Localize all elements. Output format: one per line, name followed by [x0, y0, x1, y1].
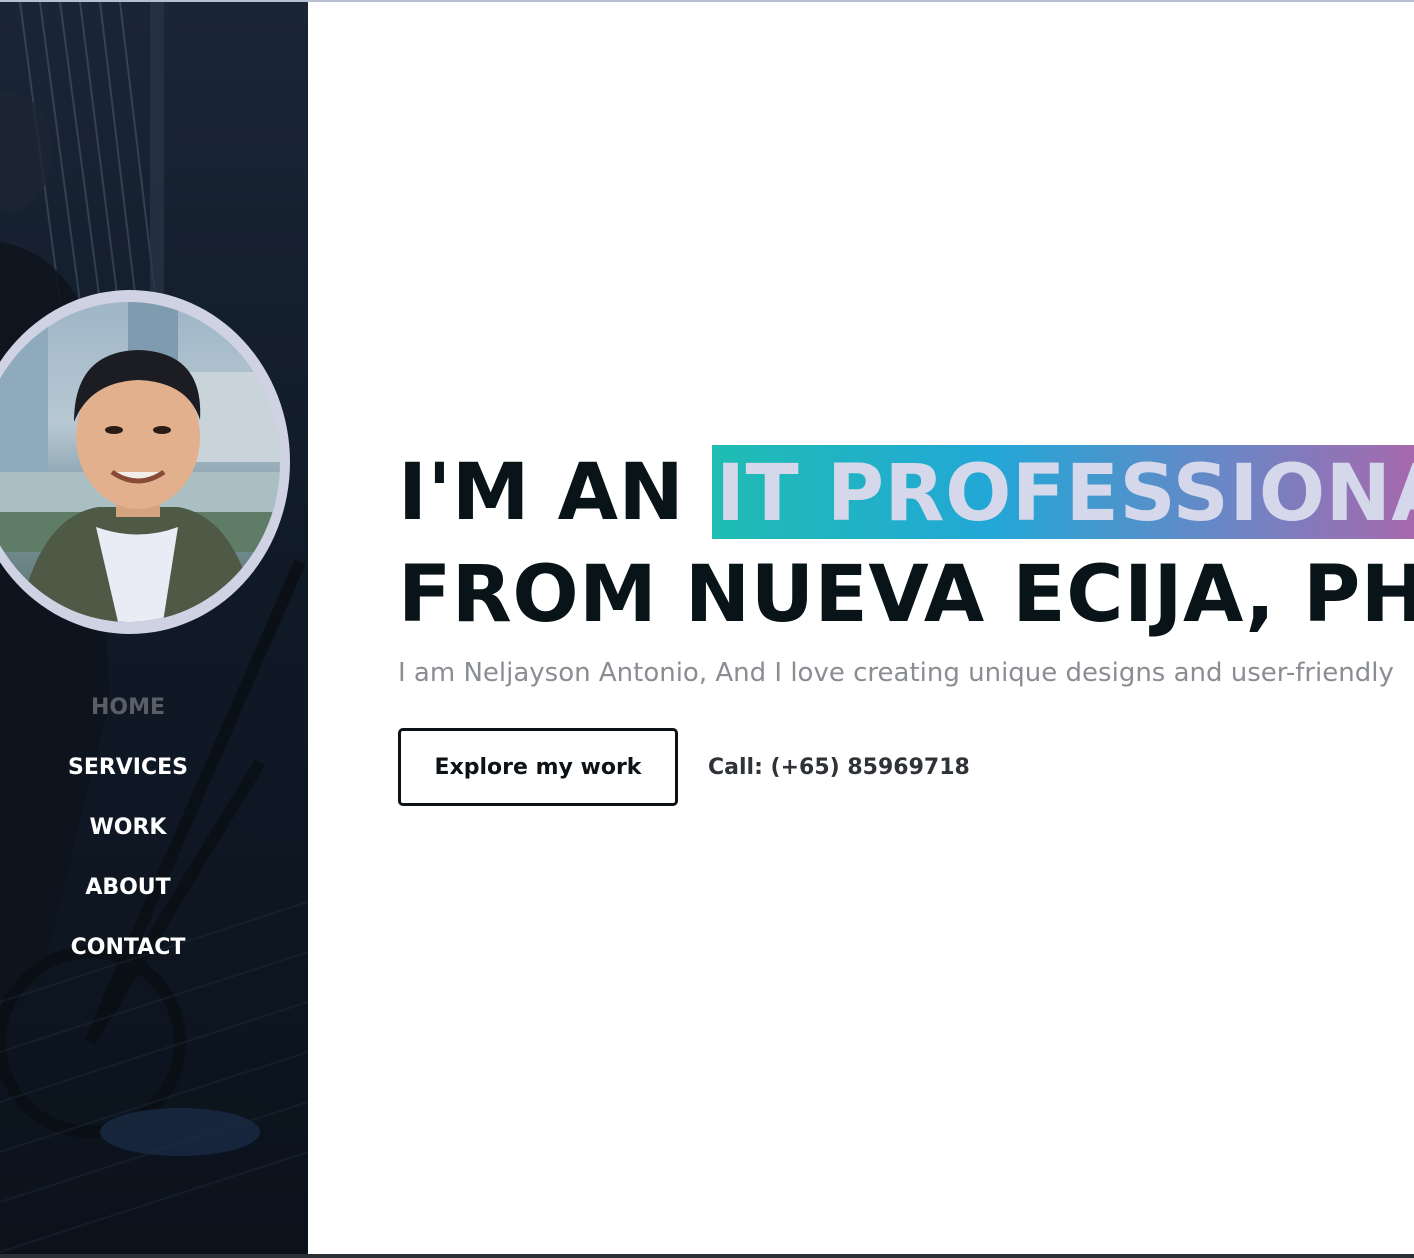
- headline-prefix: I'M AN: [398, 448, 712, 538]
- hero-section: I'M AN IT PROFESSIONAL FROM NUEVA ECIJA,…: [398, 442, 1414, 806]
- explore-my-work-button[interactable]: Explore my work: [398, 728, 678, 806]
- cta-row: Explore my work Call: (+65) 85969718: [398, 728, 1414, 806]
- sidebar: HOME SERVICES WORK ABOUT CONTACT: [0, 2, 308, 1254]
- avatar-photo: [0, 302, 280, 622]
- main-nav: HOME SERVICES WORK ABOUT CONTACT: [0, 686, 256, 986]
- headline-line-2: FROM NUEVA ECIJA, PH: [398, 550, 1414, 640]
- nav-item-about[interactable]: ABOUT: [0, 866, 256, 926]
- nav-item-work[interactable]: WORK: [0, 806, 256, 866]
- hero-headline: I'M AN IT PROFESSIONAL FROM NUEVA ECIJA,…: [398, 442, 1414, 646]
- nav-item-contact[interactable]: CONTACT: [0, 926, 256, 986]
- call-phone-text[interactable]: Call: (+65) 85969718: [708, 755, 970, 780]
- page: HOME SERVICES WORK ABOUT CONTACT I'M AN …: [0, 0, 1414, 1258]
- headline-highlight: IT PROFESSIONAL: [711, 445, 1414, 539]
- intro-text: I am Neljayson Antonio, And I love creat…: [398, 658, 1394, 688]
- nav-item-home[interactable]: HOME: [0, 686, 256, 746]
- nav-item-services[interactable]: SERVICES: [0, 746, 256, 806]
